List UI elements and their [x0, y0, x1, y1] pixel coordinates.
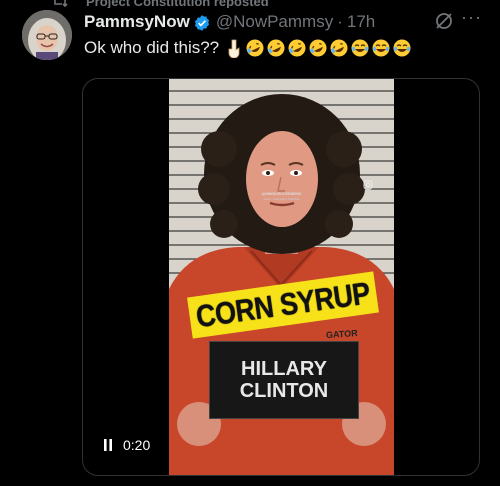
- tweet-text: Ok who did this??: [84, 38, 220, 57]
- more-options-button[interactable]: ···: [461, 7, 482, 28]
- placard: HILLARY CLINTON: [209, 341, 359, 419]
- rolling-on-the-floor-laughing-emoji-icon: [309, 39, 327, 57]
- display-name[interactable]: PammsyNow: [84, 12, 190, 32]
- timestamp[interactable]: 17h: [347, 12, 375, 32]
- video-controls: 0:20: [103, 435, 150, 455]
- handle[interactable]: @NowPammsy: [216, 12, 333, 32]
- video-frame[interactable]: @UNKNOWJOEBIDENS audio · Gangsta's Parad…: [169, 79, 394, 475]
- tweet-card[interactable]: Project Constitution reposted PammsyNow …: [0, 0, 500, 486]
- watermark-credit: audio · Gangsta's Paradise: [263, 197, 300, 201]
- repost-icon: [52, 0, 68, 8]
- face-with-tears-of-joy-emoji-icon: [372, 39, 390, 57]
- pause-icon[interactable]: [103, 439, 113, 451]
- video-elapsed-time: 0:20: [123, 437, 151, 453]
- rolling-on-the-floor-laughing-emoji-icon: [330, 39, 348, 57]
- emoji-row: [224, 38, 412, 58]
- avatar[interactable]: [22, 10, 72, 60]
- repost-context[interactable]: Project Constitution reposted: [0, 0, 500, 8]
- face-with-tears-of-joy-emoji-icon: [393, 39, 411, 57]
- tweet-header: PammsyNow @NowPammsy · 17h ···: [84, 7, 490, 33]
- rolling-on-the-floor-laughing-emoji-icon: [246, 39, 264, 57]
- rolling-on-the-floor-laughing-emoji-icon: [288, 39, 306, 57]
- video-player[interactable]: @UNKNOWJOEBIDENS audio · Gangsta's Parad…: [82, 78, 480, 476]
- face-with-tears-of-joy-emoji-icon: [351, 39, 369, 57]
- verified-badge-icon[interactable]: [193, 14, 211, 32]
- rolling-on-the-floor-laughing-emoji-icon: [267, 39, 285, 57]
- placard-line-1: HILLARY: [241, 358, 327, 380]
- watermark-handle: @UNKNOWJOEBIDENS: [261, 192, 302, 196]
- repost-label: Project Constitution reposted: [86, 0, 269, 8]
- backhand-index-pointing-down-emoji-icon: [228, 39, 240, 58]
- tweet-body: Ok who did this??: [84, 38, 490, 58]
- grok-icon[interactable]: [434, 11, 454, 31]
- separator-dot: ·: [337, 12, 343, 31]
- placard-line-2: CLINTON: [239, 380, 329, 402]
